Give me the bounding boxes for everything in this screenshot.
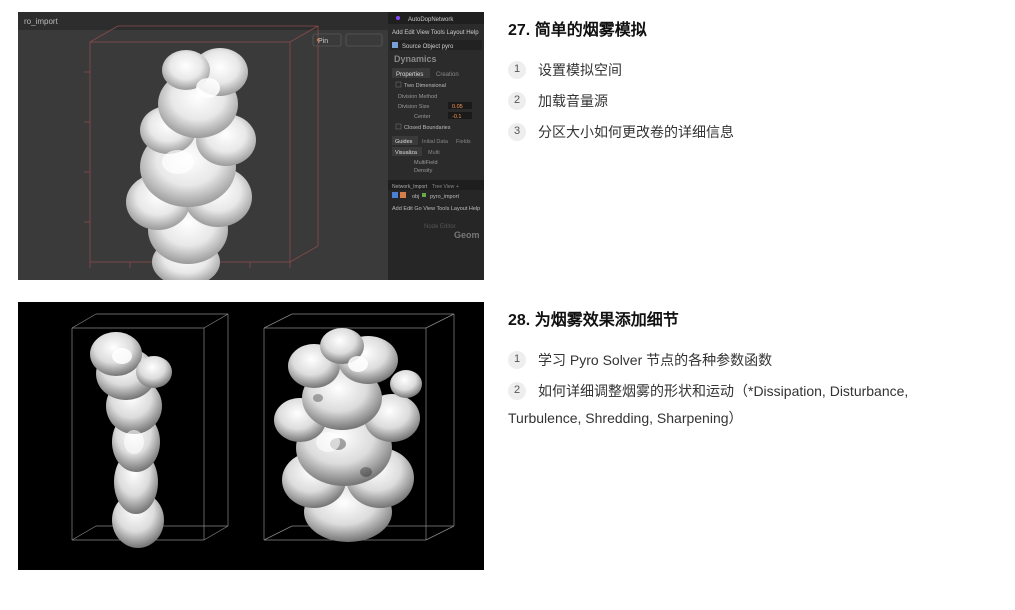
lesson-28-thumbnail — [18, 302, 484, 570]
svg-text:Add Edit View Tools Layout: Add Edit View Tools Layout Help — [392, 30, 479, 36]
svg-text:Fields: Fields — [456, 139, 471, 145]
svg-text:0.05: 0.05 — [452, 104, 463, 110]
list-item: 2 加载音量源 — [508, 89, 997, 114]
step-text-continuation: Turbulence, Shredding, Sharpening） — [508, 406, 997, 431]
list-item: 3 分区大小如何更改卷的详细信息 — [508, 120, 997, 145]
list-item: 2 如何详细调整烟雾的形状和运动（*Dissipation, Disturbanc… — [508, 379, 997, 404]
svg-text:+: + — [456, 184, 459, 190]
step-number-badge: 2 — [508, 92, 526, 110]
list-item: 1 学习 Pyro Solver 节点的各种参数函数 — [508, 348, 997, 373]
lesson-title: 27. 简单的烟雾模拟 — [508, 16, 997, 40]
step-text: 加载音量源 — [538, 93, 608, 109]
svg-text:Pin: Pin — [318, 38, 328, 45]
step-text: 学习 Pyro Solver 节点的各种参数函数 — [538, 352, 772, 368]
lesson-title: 28. 为烟雾效果添加细节 — [508, 306, 997, 330]
svg-text:Geom: Geom — [454, 230, 480, 240]
svg-text:Properties: Properties — [396, 72, 423, 78]
svg-text:Network_Import: Network_Import — [392, 184, 428, 190]
svg-text:ro_import: ro_import — [24, 17, 59, 26]
svg-text:Division Size: Division Size — [398, 104, 429, 110]
lesson-27-desc: 27. 简单的烟雾模拟 1 设置模拟空间 2 加载音量源 3 分区大小如何更改卷的详细… — [508, 12, 997, 152]
lesson-steps: 1 设置模拟空间 2 加载音量源 3 分区大小如何更改卷的详细信息 — [508, 58, 997, 146]
svg-text:obj: obj — [412, 194, 419, 200]
lesson-28: 28. 为烟雾效果添加细节 1 学习 Pyro Solver 节点的各种参数函数 … — [18, 302, 997, 570]
lesson-27-thumbnail: ro_import Pin — [18, 12, 484, 280]
svg-text:Creation: Creation — [436, 72, 459, 78]
lesson-27: ro_import Pin — [18, 12, 997, 280]
svg-text:Tree View: Tree View — [432, 184, 455, 190]
svg-text:Add Edit Go View Tools La: Add Edit Go View Tools Layout Help — [392, 206, 480, 212]
step-number-badge: 1 — [508, 351, 526, 369]
svg-text:AutoDopNetwork: AutoDopNetwork — [408, 17, 454, 23]
svg-text:Source Object pyro: Source Object pyro — [402, 44, 454, 50]
list-item: 1 设置模拟空间 — [508, 58, 997, 83]
svg-text:-0.1: -0.1 — [452, 114, 461, 120]
svg-text:Visualiza: Visualiza — [395, 150, 418, 156]
svg-text:Node Editor: Node Editor — [424, 224, 456, 230]
step-number-badge: 1 — [508, 61, 526, 79]
svg-text:Dynamics: Dynamics — [394, 54, 437, 64]
svg-text:Closed Boundaries: Closed Boundaries — [404, 125, 451, 131]
step-number-badge: 3 — [508, 123, 526, 141]
svg-text:Center: Center — [414, 114, 431, 120]
svg-text:Guides: Guides — [395, 139, 413, 145]
svg-text:Division Method: Division Method — [398, 94, 437, 100]
svg-text:MultiField: MultiField — [414, 160, 438, 166]
lesson-28-desc: 28. 为烟雾效果添加细节 1 学习 Pyro Solver 节点的各种参数函数 … — [508, 302, 997, 432]
svg-text:Density: Density — [414, 168, 433, 174]
lesson-steps: 1 学习 Pyro Solver 节点的各种参数函数 2 如何详细调整烟雾的形状和运… — [508, 348, 997, 404]
svg-text:Initial Data: Initial Data — [422, 139, 449, 145]
step-number-badge: 2 — [508, 382, 526, 400]
svg-text:Two Dimensional: Two Dimensional — [404, 83, 446, 89]
svg-text:pyro_import: pyro_import — [430, 194, 460, 200]
step-text: 分区大小如何更改卷的详细信息 — [538, 124, 734, 140]
svg-text:Multi: Multi — [428, 150, 440, 156]
step-text: 如何详细调整烟雾的形状和运动（*Dissipation, Disturbance… — [538, 383, 908, 399]
step-text: 设置模拟空间 — [538, 62, 622, 78]
